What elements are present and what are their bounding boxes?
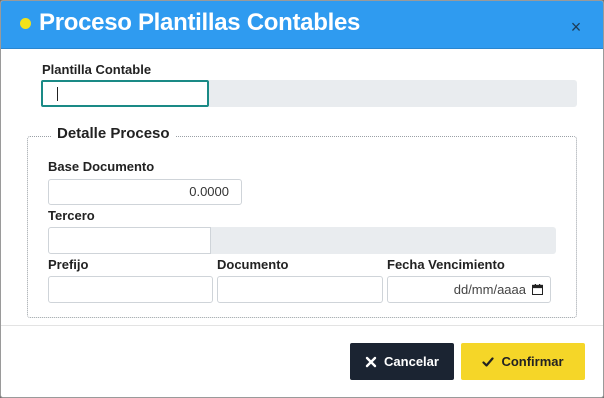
confirm-button-label: Confirmar	[501, 354, 564, 369]
cancel-button-label: Cancelar	[384, 354, 439, 369]
dialog-title: Proceso Plantillas Contables	[39, 9, 361, 36]
plantilla-label: Plantilla Contable	[42, 62, 152, 77]
times-icon	[365, 356, 377, 367]
date-placeholder: dd/mm/aaaa	[453, 282, 526, 297]
tercero-input[interactable]	[48, 227, 211, 254]
close-icon[interactable]: ×	[566, 17, 586, 37]
status-dot-icon	[20, 18, 31, 29]
check-icon	[482, 356, 495, 367]
plantilla-description-field	[209, 80, 577, 107]
base-documento-label: Base Documento	[48, 159, 155, 174]
documento-label: Documento	[217, 257, 289, 272]
prefijo-input[interactable]	[48, 276, 213, 303]
dialog-header: Proceso Plantillas Contables ×	[1, 1, 603, 49]
process-dialog: Proceso Plantillas Contables × Plantilla…	[0, 0, 604, 398]
detalle-proceso-legend: Detalle Proceso	[51, 125, 176, 142]
cancel-button[interactable]: Cancelar	[350, 343, 454, 380]
confirm-button[interactable]: Confirmar	[461, 343, 585, 380]
base-documento-input[interactable]: 0.0000	[48, 179, 242, 205]
fecha-vencimiento-label: Fecha Vencimiento	[387, 257, 505, 272]
tercero-description-field	[211, 227, 556, 254]
prefijo-label: Prefijo	[48, 257, 89, 272]
footer-divider	[1, 325, 603, 326]
text-caret	[57, 87, 58, 101]
fecha-vencimiento-input[interactable]: dd/mm/aaaa	[387, 276, 551, 303]
tercero-label: Tercero	[48, 208, 95, 223]
calendar-icon[interactable]	[532, 284, 543, 295]
documento-input[interactable]	[217, 276, 383, 303]
plantilla-input[interactable]	[41, 80, 209, 107]
